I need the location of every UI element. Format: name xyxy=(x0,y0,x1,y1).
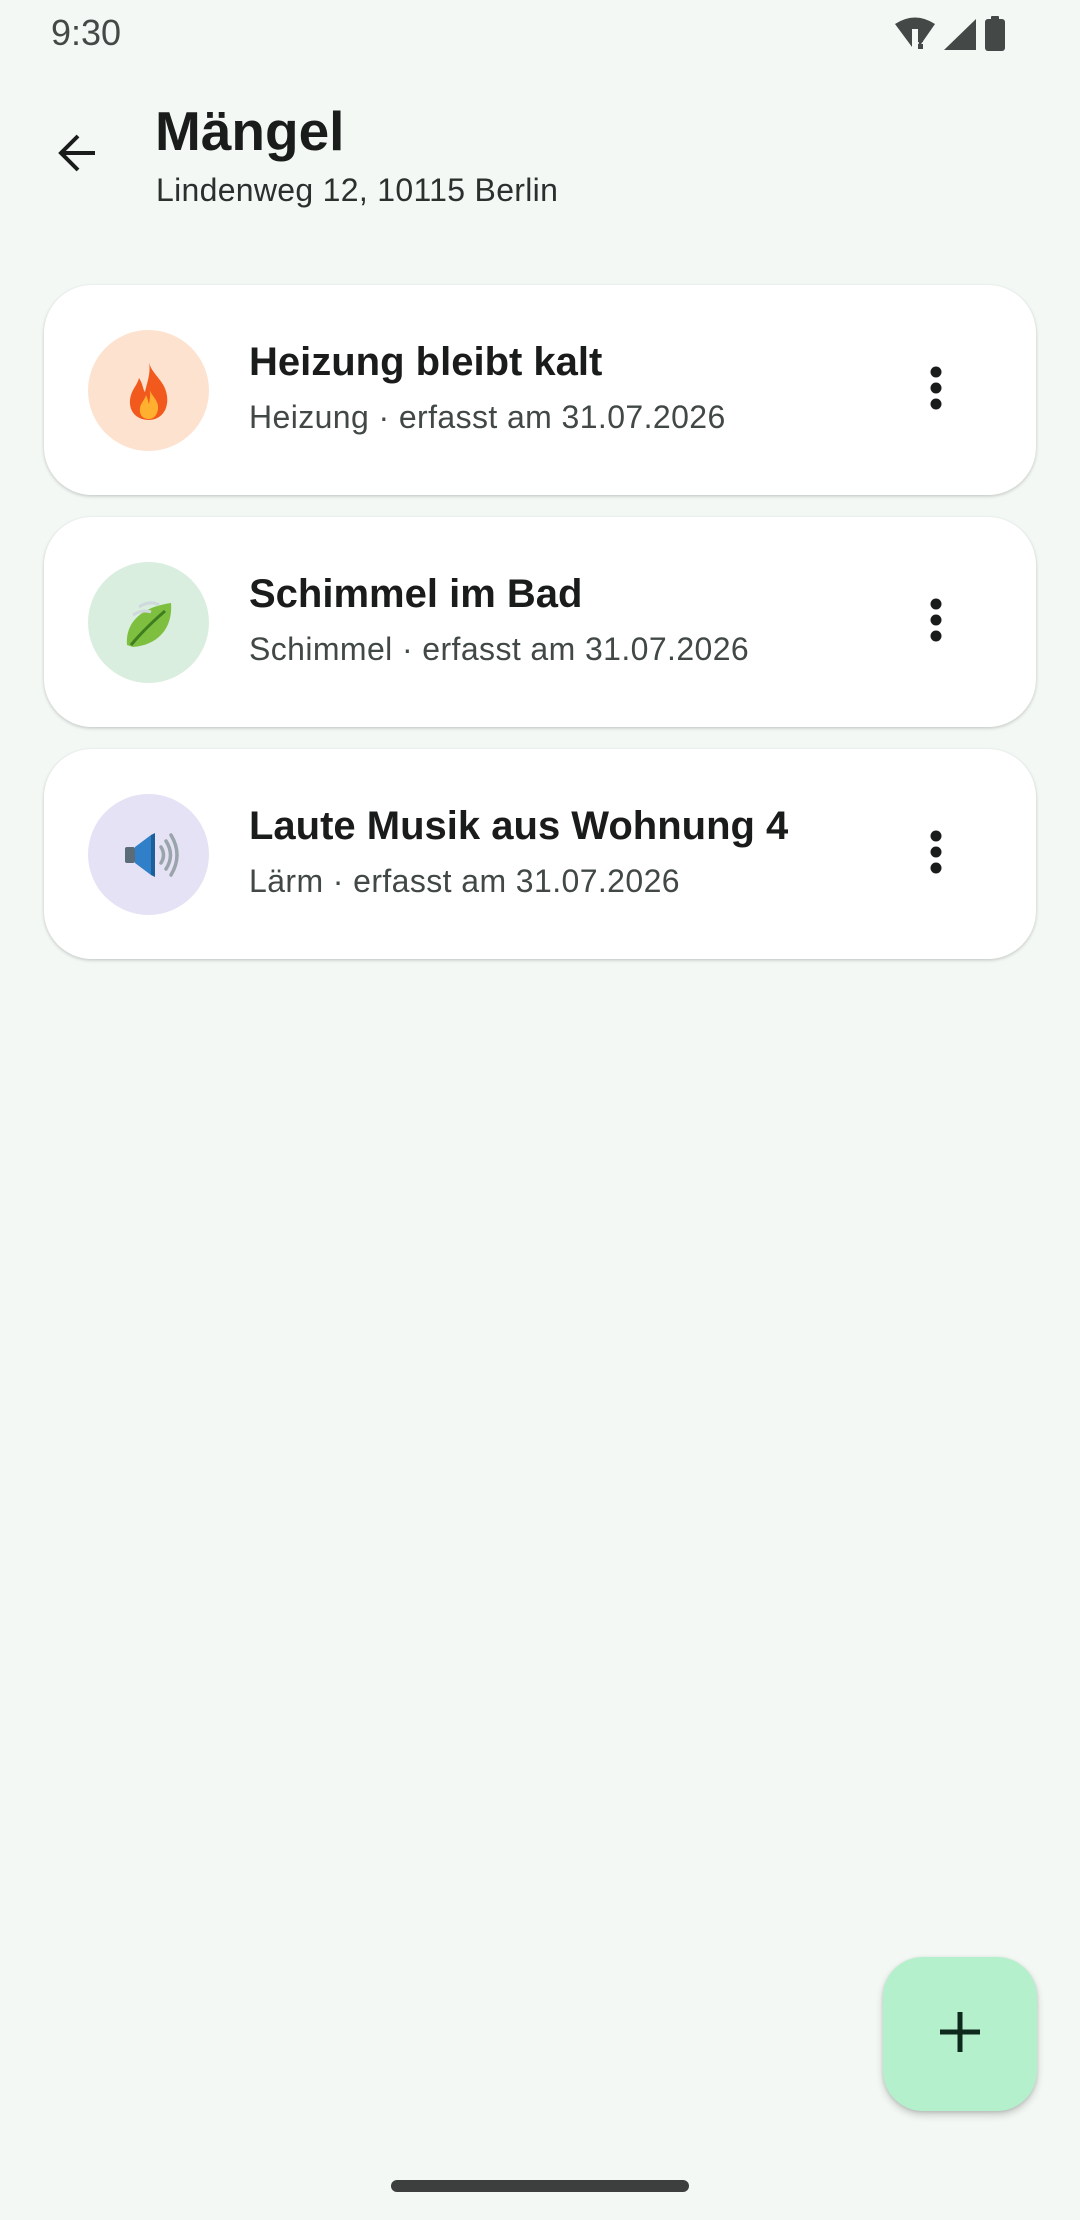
fire-icon xyxy=(121,360,177,422)
status-icons xyxy=(894,16,1006,52)
more-options-button[interactable] xyxy=(896,814,976,894)
leaf-icon xyxy=(119,593,179,653)
arrow-back-icon xyxy=(53,129,101,182)
cellular-signal-icon xyxy=(942,17,978,51)
more-vert-icon xyxy=(928,828,944,881)
defect-title: Schimmel im Bad xyxy=(249,572,583,616)
wifi-alert-icon xyxy=(894,17,936,51)
plus-icon xyxy=(938,2010,982,2059)
back-button[interactable] xyxy=(37,115,117,195)
top-app-bar: Mängel Lindenweg 12, 10115 Berlin xyxy=(0,66,1080,236)
battery-icon xyxy=(984,16,1006,52)
add-defect-fab[interactable] xyxy=(883,1957,1037,2111)
defect-card[interactable]: Schimmel im Bad Schimmel · erfasst am 31… xyxy=(44,517,1036,727)
more-vert-icon xyxy=(928,364,944,417)
more-options-button[interactable] xyxy=(896,350,976,430)
defect-meta: Lärm · erfasst am 31.07.2026 xyxy=(249,863,680,899)
defect-list: Heizung bleibt kalt Heizung · erfasst am… xyxy=(44,285,1036,981)
category-avatar xyxy=(88,794,209,915)
category-avatar xyxy=(88,562,209,683)
status-time: 9:30 xyxy=(51,12,122,53)
defect-meta: Schimmel · erfasst am 31.07.2026 xyxy=(249,631,750,667)
category-avatar xyxy=(88,330,209,451)
more-options-button[interactable] xyxy=(896,582,976,662)
defect-title: Laute Musik aus Wohnung 4 xyxy=(249,804,789,848)
gesture-navigation-bar[interactable] xyxy=(391,2180,689,2192)
loudspeaker-icon xyxy=(117,825,181,885)
defect-card[interactable]: Laute Musik aus Wohnung 4 Lärm · erfasst… xyxy=(44,749,1036,959)
defect-title: Heizung bleibt kalt xyxy=(249,340,603,384)
defect-card[interactable]: Heizung bleibt kalt Heizung · erfasst am… xyxy=(44,285,1036,495)
page-title: Mängel xyxy=(155,100,345,162)
page-subtitle: Lindenweg 12, 10115 Berlin xyxy=(156,172,559,208)
status-bar: 9:30 xyxy=(0,0,1080,66)
defect-meta: Heizung · erfasst am 31.07.2026 xyxy=(249,399,726,435)
more-vert-icon xyxy=(928,596,944,649)
